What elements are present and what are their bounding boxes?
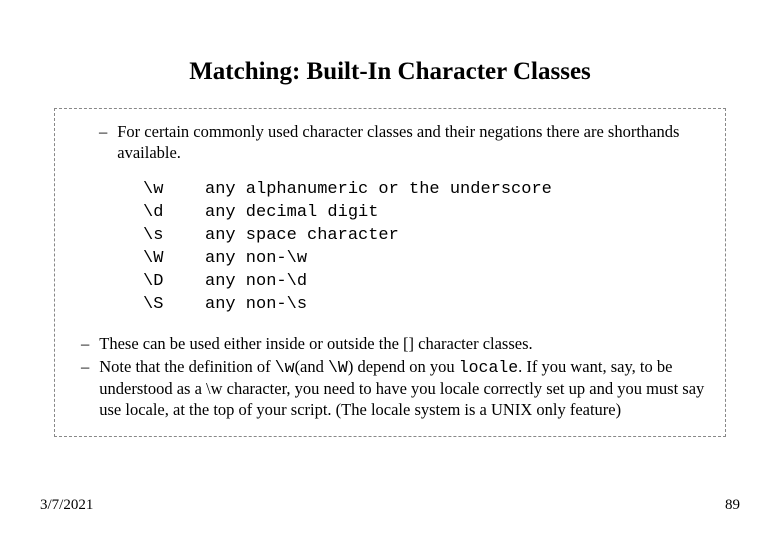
note-text: These can be used either inside or outsi… (99, 333, 707, 354)
table-row: \S any non-\s (143, 294, 707, 317)
shorthand-desc: any decimal digit (205, 202, 707, 225)
bullet-dash: – (81, 356, 99, 420)
table-row: \d any decimal digit (143, 202, 707, 225)
shorthand-desc: any alphanumeric or the underscore (205, 179, 707, 202)
shorthand-code: \w (143, 179, 205, 202)
footer-date: 3/7/2021 (40, 497, 93, 514)
bullet-dash: – (81, 333, 99, 354)
code-inline: \W (328, 358, 348, 377)
shorthand-table: \w any alphanumeric or the underscore \d… (143, 179, 707, 317)
shorthand-code: \d (143, 202, 205, 225)
intro-bullet: – For certain commonly used character cl… (99, 121, 707, 163)
shorthand-code: \s (143, 225, 205, 248)
note-bullet: – Note that the definition of \w(and \W)… (81, 356, 707, 420)
content-panel: – For certain commonly used character cl… (54, 108, 726, 437)
shorthand-desc: any non-\s (205, 294, 707, 317)
bullet-dash: – (99, 121, 117, 163)
shorthand-desc: any space character (205, 225, 707, 248)
shorthand-desc: any non-\w (205, 248, 707, 271)
table-row: \D any non-\d (143, 271, 707, 294)
intro-text: For certain commonly used character clas… (117, 121, 707, 163)
note-bullet: – These can be used either inside or out… (81, 333, 707, 354)
footer-page-number: 89 (725, 497, 740, 514)
note-text: Note that the definition of \w(and \W) d… (99, 356, 707, 420)
table-row: \w any alphanumeric or the underscore (143, 179, 707, 202)
shorthand-code: \S (143, 294, 205, 317)
shorthand-code: \W (143, 248, 205, 271)
notes-group: – These can be used either inside or out… (81, 333, 707, 420)
shorthand-code: \D (143, 271, 205, 294)
slide-title: Matching: Built-In Character Classes (0, 0, 780, 108)
code-inline: \w (275, 358, 295, 377)
table-row: \W any non-\w (143, 248, 707, 271)
code-inline: locale (459, 358, 518, 377)
slide-footer: 3/7/2021 89 (0, 497, 780, 514)
table-row: \s any space character (143, 225, 707, 248)
shorthand-desc: any non-\d (205, 271, 707, 294)
